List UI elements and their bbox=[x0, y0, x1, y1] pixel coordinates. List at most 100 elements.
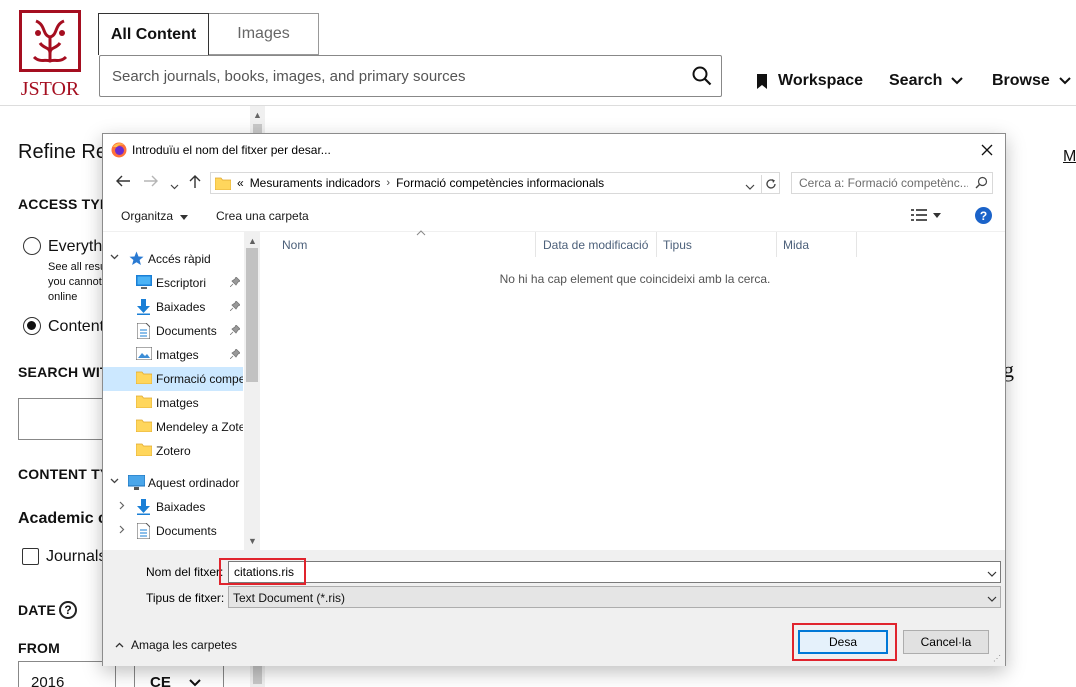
dialog-titlebar[interactable]: Introduïu el nom del fitxer per desar... bbox=[103, 134, 1005, 166]
breadcrumb-item[interactable]: Formació competències informacionals bbox=[396, 176, 604, 190]
firefox-icon bbox=[111, 142, 127, 158]
nav-item-folder[interactable]: Imatges bbox=[103, 391, 243, 415]
column-header-name[interactable]: Nom bbox=[276, 230, 536, 257]
column-header-label: Nom bbox=[282, 238, 308, 252]
nav-item-documents[interactable]: Documents bbox=[103, 319, 243, 343]
nav-item-this-pc[interactable]: Aquest ordinador bbox=[103, 471, 243, 495]
breadcrumb-item[interactable]: Mesuraments indicadors bbox=[250, 176, 381, 190]
site-search-input[interactable] bbox=[100, 57, 683, 95]
save-file-dialog: Introduïu el nom del fitxer per desar...… bbox=[102, 133, 1006, 666]
collapsed-chevron-icon[interactable] bbox=[119, 501, 125, 513]
column-header-type[interactable]: Tipus bbox=[657, 232, 777, 257]
nav-item-folder[interactable]: Zotero bbox=[103, 439, 243, 463]
nav-item-pc-documents[interactable]: Documents bbox=[103, 519, 243, 543]
cancel-button[interactable]: Cancel·la bbox=[903, 630, 989, 654]
document-icon bbox=[137, 323, 150, 339]
details-view-icon bbox=[911, 209, 927, 221]
scroll-up-icon[interactable]: ▲ bbox=[248, 236, 257, 246]
chevron-up-icon bbox=[115, 642, 124, 648]
bookmark-icon bbox=[757, 73, 767, 89]
save-button[interactable]: Desa bbox=[798, 630, 888, 654]
empty-folder-message: No hi ha cap element que coincideixi amb… bbox=[499, 272, 771, 286]
journals-checkbox[interactable] bbox=[22, 548, 39, 565]
forward-arrow-icon[interactable] bbox=[143, 174, 159, 192]
radio-everything[interactable] bbox=[23, 237, 41, 255]
radio-content[interactable] bbox=[23, 317, 41, 335]
up-arrow-icon[interactable] bbox=[189, 174, 201, 193]
close-icon[interactable] bbox=[977, 140, 997, 160]
academic-content-heading: Academic c bbox=[18, 510, 107, 527]
new-folder-button[interactable]: Crea una carpeta bbox=[216, 209, 309, 223]
path-breadcrumb[interactable]: « Mesuraments indicadors › Formació comp… bbox=[210, 172, 780, 194]
filename-highlight bbox=[219, 558, 306, 585]
download-icon bbox=[137, 499, 150, 515]
date-label: DATE bbox=[18, 602, 56, 618]
help-icon[interactable]: ? bbox=[59, 601, 77, 619]
computer-icon bbox=[128, 475, 145, 490]
file-list-pane: Nom Data de modificació Tipus Mida No hi… bbox=[261, 230, 1005, 550]
resize-grip-icon[interactable]: ⋰ bbox=[993, 654, 1001, 663]
nav-item-label: Aquest ordinador bbox=[148, 476, 240, 490]
document-icon bbox=[137, 523, 150, 539]
dialog-title: Introduïu el nom del fitxer per desar... bbox=[132, 143, 331, 157]
filename-input[interactable] bbox=[229, 562, 969, 582]
column-header-size[interactable]: Mida bbox=[777, 232, 857, 257]
pin-icon[interactable] bbox=[230, 349, 240, 359]
nav-item-quick-access[interactable]: Accés ràpid bbox=[103, 247, 243, 271]
scroll-up-icon[interactable]: ▲ bbox=[253, 110, 262, 120]
nav-item-downloads[interactable]: Baixades bbox=[103, 295, 243, 319]
breadcrumb-overflow[interactable]: « bbox=[237, 176, 244, 190]
back-arrow-icon[interactable] bbox=[115, 174, 131, 192]
breadcrumb-separator-icon[interactable]: › bbox=[386, 177, 390, 189]
scrollbar-thumb[interactable] bbox=[246, 248, 258, 382]
nav-workspace[interactable]: Workspace bbox=[756, 72, 863, 90]
column-header-modified[interactable]: Data de modificació bbox=[537, 232, 657, 257]
content-label: Content bbox=[48, 318, 105, 335]
nav-item-label: Documents bbox=[156, 524, 217, 538]
filetype-select[interactable]: Text Document (*.ris) bbox=[228, 586, 1001, 608]
right-link-fragment[interactable]: M bbox=[1063, 148, 1076, 166]
nav-browse[interactable]: Browse bbox=[992, 72, 1072, 90]
expanded-chevron-icon[interactable] bbox=[110, 476, 119, 487]
nav-search[interactable]: Search bbox=[889, 72, 964, 90]
expanded-chevron-icon[interactable] bbox=[110, 252, 119, 263]
nav-item-pc-downloads[interactable]: Baixades bbox=[103, 495, 243, 519]
folder-icon bbox=[215, 177, 231, 190]
chevron-down-icon bbox=[189, 679, 201, 687]
pin-icon[interactable] bbox=[230, 277, 240, 287]
pin-icon[interactable] bbox=[230, 301, 240, 311]
tab-all-content[interactable]: All Content bbox=[98, 13, 209, 55]
pin-icon[interactable] bbox=[230, 325, 240, 335]
refresh-icon[interactable] bbox=[761, 175, 779, 193]
navigation-pane-scrollbar[interactable]: ▲ ▼ bbox=[244, 232, 260, 550]
nav-item-pictures[interactable]: Imatges bbox=[103, 343, 243, 367]
chevron-down-icon bbox=[1059, 77, 1071, 85]
view-options-button[interactable] bbox=[911, 209, 941, 221]
search-icon[interactable] bbox=[975, 176, 988, 192]
recent-locations-chevron-icon[interactable] bbox=[170, 177, 179, 194]
jstor-logo[interactable]: JSTOR bbox=[15, 8, 85, 100]
nav-item-folder[interactable]: Mendeley a Zote bbox=[103, 415, 243, 439]
dialog-bottom-panel: Nom del fitxer: Tipus de fitxer: Text Do… bbox=[103, 550, 1005, 666]
folder-search-input[interactable] bbox=[792, 173, 968, 193]
scroll-down-icon[interactable]: ▼ bbox=[248, 536, 257, 546]
filetype-label: Tipus de fitxer: bbox=[146, 591, 225, 605]
tab-images[interactable]: Images bbox=[209, 13, 319, 55]
nav-workspace-label: Workspace bbox=[778, 72, 864, 89]
folder-search-box bbox=[791, 172, 993, 194]
star-icon bbox=[129, 251, 144, 265]
header-divider bbox=[0, 105, 1076, 106]
nav-item-desktop[interactable]: Escriptori bbox=[103, 271, 243, 295]
search-icon[interactable] bbox=[683, 57, 721, 95]
nav-item-current-folder[interactable]: Formació compe bbox=[103, 367, 243, 391]
nav-item-label: Zotero bbox=[156, 444, 191, 458]
organize-button[interactable]: Organitza bbox=[121, 209, 189, 223]
chevron-down-icon[interactable] bbox=[745, 179, 755, 193]
dialog-toolbar: Organitza Crea una carpeta ? bbox=[103, 200, 1005, 232]
chevron-down-icon[interactable] bbox=[987, 566, 997, 580]
nav-item-label: Imatges bbox=[156, 348, 199, 362]
hide-folders-toggle[interactable]: Amaga les carpetes bbox=[115, 638, 237, 652]
filetype-value: Text Document (*.ris) bbox=[233, 591, 346, 605]
collapsed-chevron-icon[interactable] bbox=[119, 525, 125, 537]
help-icon[interactable]: ? bbox=[975, 207, 992, 224]
